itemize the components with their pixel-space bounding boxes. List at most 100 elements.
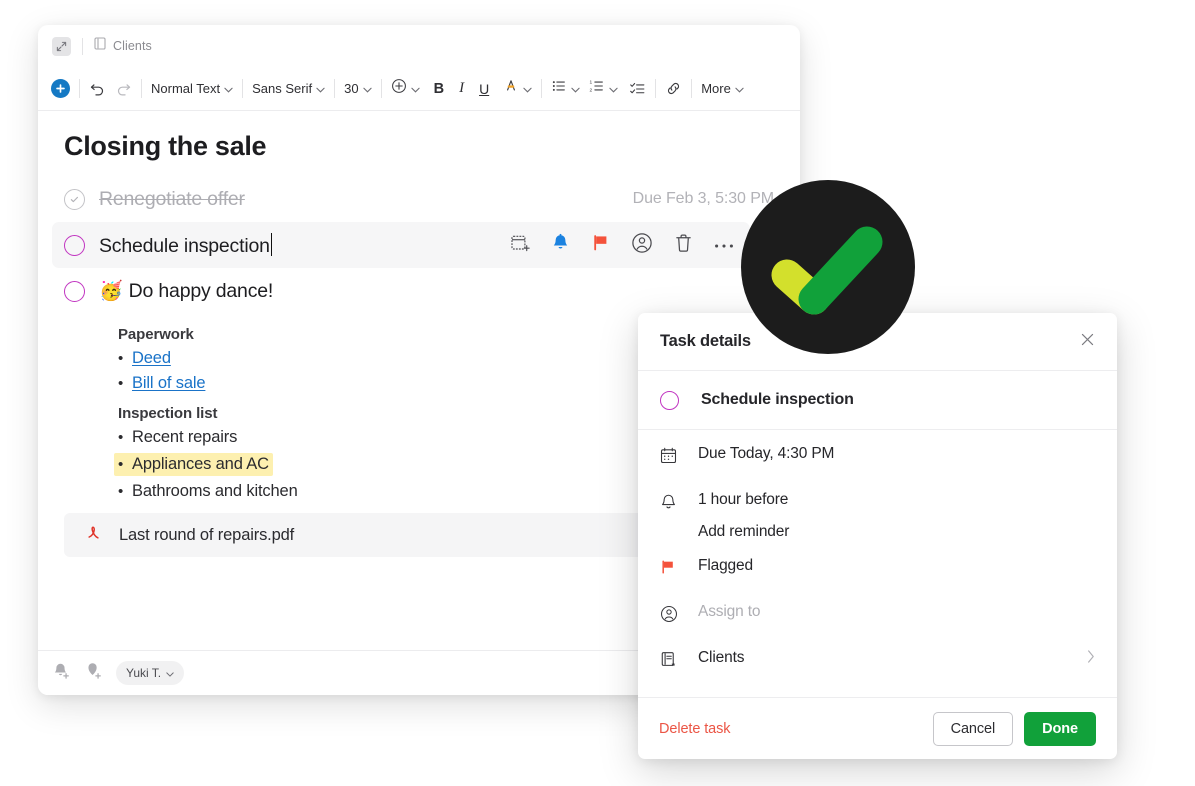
toolbar-divider — [334, 79, 336, 98]
flag-value: Flagged — [698, 557, 753, 575]
task-label: Renegotiate offer — [99, 187, 245, 210]
panel-detail-rows: Due Today, 4:30 PM 1 hour before Add rem… — [638, 430, 1117, 679]
more-label: More — [701, 81, 731, 96]
bullet-glyph: • — [118, 429, 124, 446]
party-face-emoji: 🥳 — [99, 281, 123, 302]
font-family-value: Sans Serif — [252, 81, 313, 96]
calendar-icon — [660, 446, 698, 464]
close-icon[interactable] — [1080, 332, 1095, 352]
checkbox-unchecked-icon[interactable] — [64, 280, 85, 302]
tag-add-icon[interactable] — [84, 661, 103, 685]
chevron-right-icon[interactable] — [1087, 650, 1095, 668]
highlighter-icon — [503, 78, 519, 99]
font-family-dropdown[interactable]: Sans Serif — [252, 80, 325, 98]
trash-icon[interactable] — [674, 233, 693, 258]
calendar-add-icon[interactable] — [510, 233, 530, 258]
paragraph-style-value: Normal Text — [151, 81, 221, 96]
font-size-value: 30 — [344, 81, 359, 96]
breadcrumb[interactable]: Clients — [94, 37, 152, 55]
assign-placeholder: Assign to — [698, 603, 761, 621]
page-title: Closing the sale — [64, 131, 267, 161]
chevron-down-icon — [410, 80, 420, 98]
redo-arrow-icon[interactable] — [115, 80, 132, 97]
bullet-list-dropdown[interactable] — [551, 78, 580, 99]
toolbar-divider — [541, 79, 543, 98]
checkbox-unchecked-icon[interactable] — [660, 390, 679, 410]
panel-row-notebook[interactable]: Clients — [660, 649, 1095, 679]
more-dropdown[interactable]: More — [701, 80, 744, 98]
user-name: Yuki T. — [126, 666, 162, 680]
flag-icon[interactable] — [591, 233, 610, 257]
task-row-renegotiate-offer[interactable]: Renegotiate offer Due Feb 3, 5:30 PM — [38, 176, 800, 222]
list-item-label: Recent repairs — [132, 428, 238, 446]
chevron-down-icon — [735, 80, 744, 98]
highlight-dropdown[interactable] — [503, 78, 532, 99]
link-icon[interactable] — [665, 80, 682, 97]
task-row-do-happy-dance[interactable]: 🥳 Do happy dance! — [38, 268, 800, 314]
checkbox-unchecked-icon[interactable] — [64, 234, 85, 256]
panel-task-name: Schedule inspection — [701, 391, 854, 408]
cancel-button[interactable]: Cancel — [932, 711, 1014, 746]
screen: Clients Normal Text Sans Serif 30 B I U … — [0, 0, 1195, 786]
checklist-icon[interactable] — [630, 81, 646, 97]
titlebar-divider — [82, 37, 83, 55]
bold-button[interactable]: B — [434, 81, 444, 97]
font-size-dropdown[interactable]: 30 — [344, 80, 372, 98]
chevron-down-icon — [609, 80, 618, 98]
assign-person-icon — [660, 604, 698, 623]
bell-add-icon[interactable] — [52, 661, 71, 685]
chevron-down-icon — [523, 80, 532, 98]
panel-row-due-date[interactable]: Due Today, 4:30 PM — [660, 445, 1095, 475]
panel-title: Task details — [660, 332, 751, 350]
task-row-schedule-inspection[interactable]: Schedule inspection — [52, 222, 750, 268]
toolbar-divider — [141, 79, 142, 98]
checkbox-checked-icon[interactable] — [64, 188, 85, 210]
link-bill-of-sale[interactable]: Bill of sale — [132, 374, 206, 393]
chevron-down-icon — [362, 80, 372, 98]
panel-row-flag[interactable]: Flagged — [660, 557, 1095, 587]
text-cursor — [270, 232, 273, 256]
add-button[interactable] — [51, 79, 70, 98]
insert-dropdown[interactable] — [391, 78, 420, 99]
panel-task-row[interactable]: Schedule inspection — [638, 371, 1117, 430]
toolbar-divider — [79, 79, 80, 98]
bullet-glyph: • — [118, 375, 124, 392]
note-star-icon — [660, 650, 698, 668]
bullet-glyph: • — [118, 456, 124, 473]
attachment-name: Last round of repairs.pdf — [119, 525, 295, 544]
pdf-icon — [86, 524, 103, 546]
delete-task-button[interactable]: Delete task — [659, 721, 731, 737]
panel-row-reminder[interactable]: 1 hour before Add reminder — [660, 491, 1095, 541]
done-button[interactable]: Done — [1024, 711, 1096, 746]
add-reminder-link[interactable]: Add reminder — [698, 523, 789, 541]
numbered-list-dropdown[interactable]: 12 — [589, 78, 618, 99]
task-label-editing[interactable]: Schedule inspection — [99, 232, 273, 258]
more-options-icon[interactable] — [714, 236, 734, 254]
bell-icon[interactable] — [551, 233, 570, 257]
panel-row-assign[interactable]: Assign to — [660, 603, 1095, 633]
notebook-value: Clients — [698, 649, 745, 667]
underline-button[interactable]: U — [479, 81, 489, 97]
paragraph-style-dropdown[interactable]: Normal Text — [151, 80, 233, 98]
user-chip[interactable]: Yuki T. — [116, 661, 185, 685]
bullet-glyph: • — [118, 483, 124, 500]
chevron-down-icon — [166, 666, 174, 680]
assign-person-icon[interactable] — [631, 232, 653, 259]
toolbar-divider — [242, 79, 244, 98]
undo-arrow-icon[interactable] — [89, 80, 106, 97]
task-details-panel: Task details Schedule inspection Due Tod… — [638, 313, 1117, 759]
toolbar-divider — [655, 79, 657, 98]
list-item-label: Appliances and AC — [132, 455, 269, 473]
italic-button[interactable]: I — [459, 80, 464, 97]
check-mark-icon — [771, 226, 883, 315]
bullet-list-icon — [551, 78, 567, 99]
plus-circle-outline-icon — [391, 78, 407, 99]
editor-toolbar: Normal Text Sans Serif 30 B I U 1 2 More — [38, 67, 800, 111]
reminder-value: 1 hour before — [698, 491, 789, 508]
list-item-label: Bathrooms and kitchen — [132, 482, 298, 500]
chevron-down-icon — [224, 80, 233, 98]
link-deed[interactable]: Deed — [132, 349, 171, 368]
svg-text:2: 2 — [590, 88, 593, 94]
collapse-arrows-icon[interactable] — [52, 36, 71, 56]
task-label: Schedule inspection — [99, 234, 270, 257]
